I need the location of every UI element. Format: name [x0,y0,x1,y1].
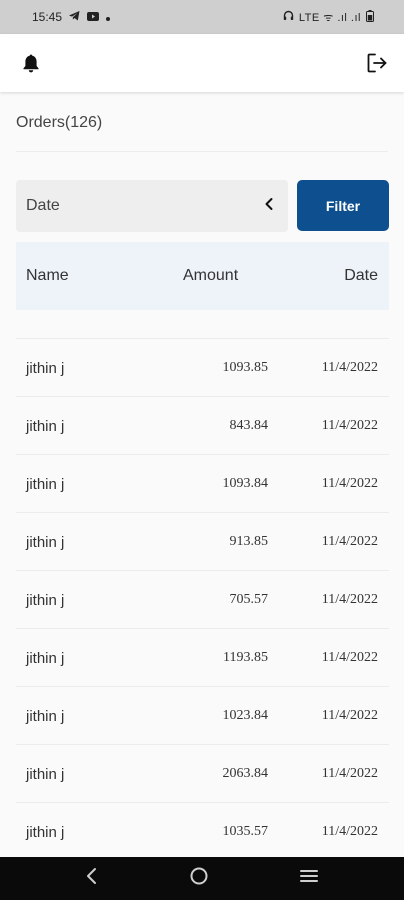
row-date: 11/4/2022 [321,650,378,665]
page-title: Orders(126) [16,114,103,131]
column-header-date[interactable]: Date [344,267,378,285]
chevron-left-icon [264,197,274,216]
row-amount: 1023.84 [222,708,269,723]
row-amount: 705.57 [229,592,269,607]
status-network-text: LTE ᯤ .ıl .ıl [298,11,361,24]
filter-button[interactable]: Filter [297,180,389,231]
recents-icon[interactable] [299,868,319,889]
row-amount: 2063.84 [222,766,269,781]
row-amount: 1035.57 [222,824,269,839]
dot-icon [106,10,111,24]
row-amount: 913.85 [229,534,269,549]
row-date: 11/4/2022 [321,534,378,549]
home-icon[interactable] [189,866,209,891]
divider [16,151,388,152]
column-header-name[interactable]: Name [26,267,69,285]
date-select-label: Date [26,197,60,214]
row-date: 11/4/2022 [321,766,378,781]
date-select[interactable]: Date [16,180,288,232]
table-row[interactable]: jithin j 1035.57 11/4/2022 [16,802,389,860]
table-row[interactable]: jithin j 1193.85 11/4/2022 [16,628,389,686]
table-row[interactable]: jithin j 1093.84 11/4/2022 [16,454,389,512]
row-amount: 843.84 [229,418,269,433]
battery-icon [366,9,374,25]
table-row[interactable]: jithin j 1023.84 11/4/2022 [16,686,389,744]
row-date: 11/4/2022 [321,708,378,723]
row-name: jithin j [26,476,65,493]
orders-list: jithin j 1093.85 11/4/2022 jithin j 843.… [16,338,389,860]
telegram-icon [69,10,80,24]
row-date: 11/4/2022 [321,476,378,491]
status-time: 15:45 [32,10,63,24]
row-name: jithin j [26,418,65,435]
logout-icon[interactable] [364,50,390,76]
table-row[interactable]: jithin j 705.57 11/4/2022 [16,570,389,628]
app-bar [0,34,404,92]
table-row[interactable]: jithin j 843.84 11/4/2022 [16,396,389,454]
row-name: jithin j [26,766,65,783]
youtube-icon [87,10,100,24]
row-name: jithin j [26,650,65,667]
row-amount: 1093.85 [222,360,269,375]
row-name: jithin j [26,534,65,551]
table-row[interactable]: jithin j 2063.84 11/4/2022 [16,744,389,802]
column-header-amount[interactable]: Amount [183,267,238,285]
table-row[interactable]: jithin j 1093.85 11/4/2022 [16,338,389,396]
row-date: 11/4/2022 [321,418,378,433]
table-header: Name Amount Date [16,242,389,310]
row-amount: 1193.85 [223,650,268,665]
row-date: 11/4/2022 [321,824,378,839]
system-nav-bar [0,857,404,900]
status-bar: 15:45 LTE ᯤ .ıl .ıl [0,0,404,34]
table-row[interactable]: jithin j 913.85 11/4/2022 [16,512,389,570]
status-right: LTE ᯤ .ıl .ıl [283,9,374,25]
headset-icon [283,10,294,24]
bell-icon[interactable] [18,50,44,76]
back-icon[interactable] [85,867,99,890]
row-date: 11/4/2022 [321,592,378,607]
row-name: jithin j [26,708,65,725]
status-left: 15:45 [32,10,111,24]
row-date: 11/4/2022 [321,360,378,375]
row-name: jithin j [26,360,65,377]
row-amount: 1093.84 [222,476,269,491]
row-name: jithin j [26,824,65,841]
row-name: jithin j [26,592,65,609]
